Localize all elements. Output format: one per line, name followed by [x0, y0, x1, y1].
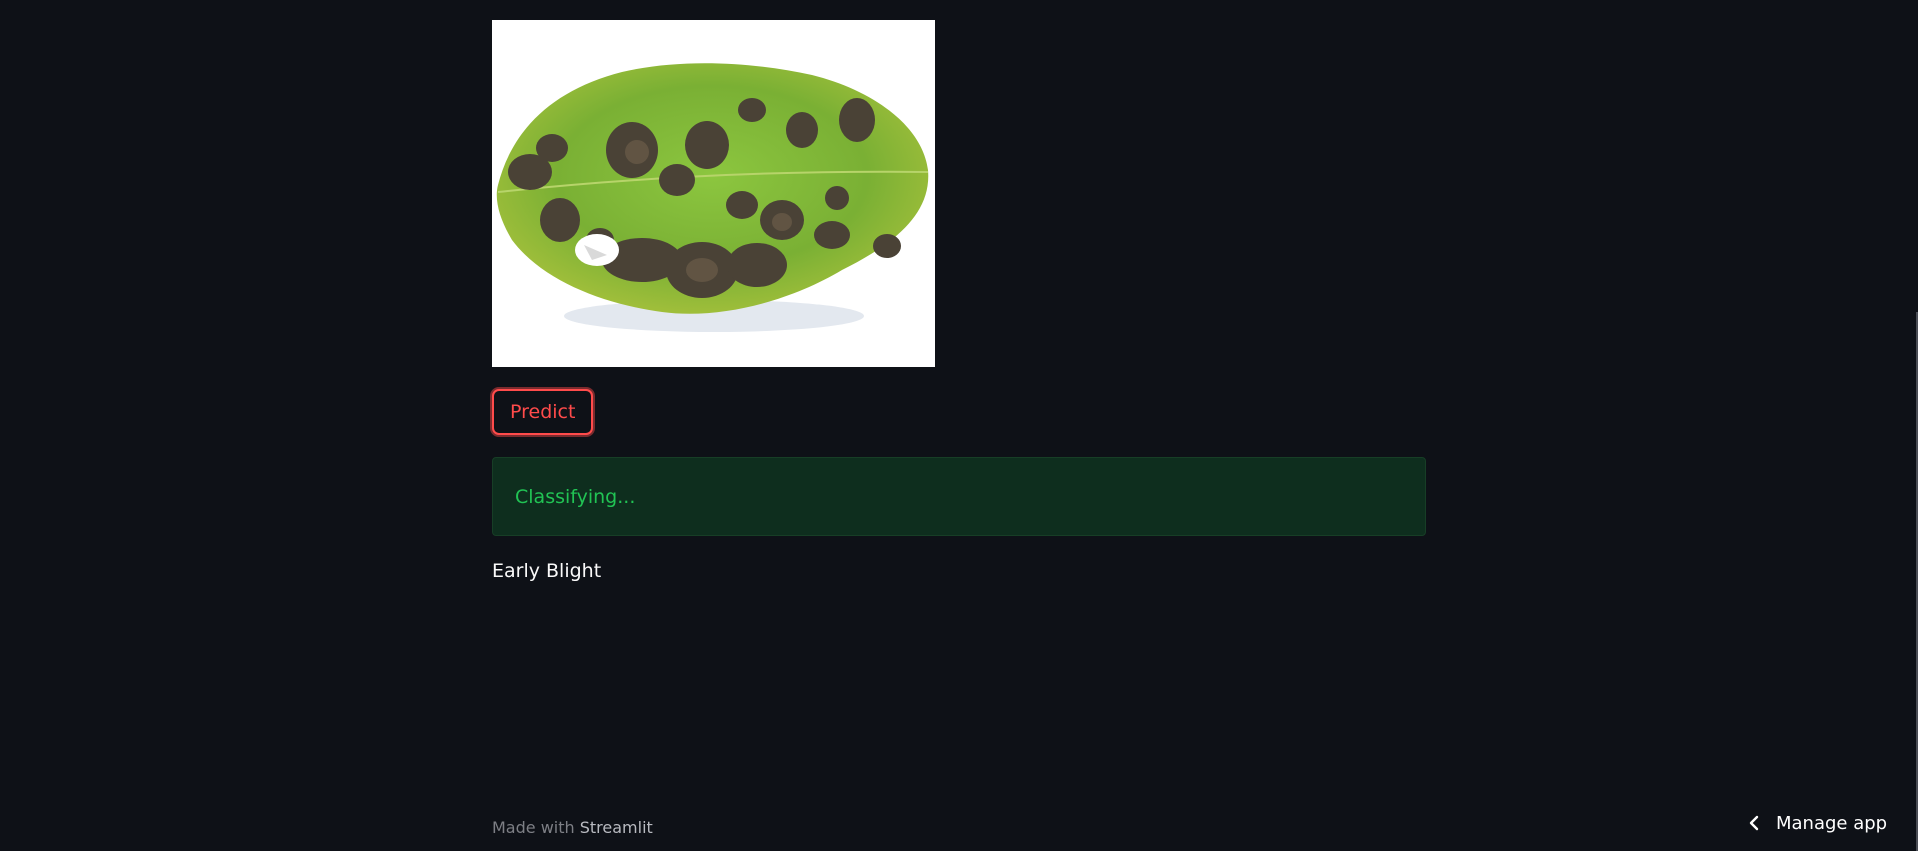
leaf-image-icon [492, 20, 935, 367]
footer-prefix: Made with [492, 818, 580, 837]
footer-brand-link[interactable]: Streamlit [580, 818, 653, 837]
uploaded-leaf-image [492, 20, 935, 367]
status-text: Classifying... [515, 485, 636, 508]
status-alert: Classifying... [492, 457, 1426, 536]
manage-app-label: Manage app [1776, 812, 1888, 834]
chevron-left-icon [1748, 815, 1760, 831]
predict-button[interactable]: Predict [492, 389, 594, 435]
manage-app-button[interactable]: Manage app [1748, 806, 1887, 840]
prediction-result: Early Blight [492, 560, 602, 582]
app-root: Predict Classifying... Early Blight Made… [0, 0, 1918, 851]
footer: Made with Streamlit [492, 818, 653, 837]
